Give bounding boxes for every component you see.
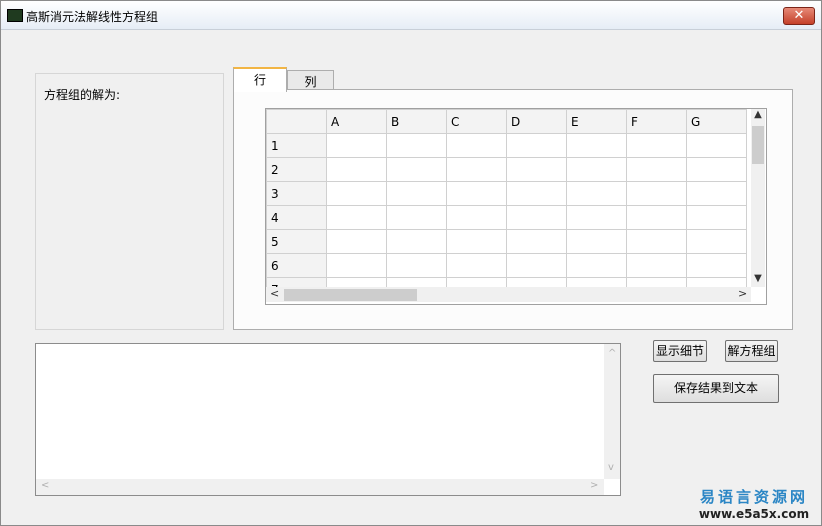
grid-cell[interactable]: [446, 205, 507, 230]
save-result-button[interactable]: 保存结果到文本: [653, 374, 779, 403]
output-horizontal-scrollbar[interactable]: < >: [36, 479, 604, 495]
column-header[interactable]: D: [506, 109, 567, 134]
grid-cell[interactable]: [626, 181, 687, 206]
grid-cell[interactable]: [686, 157, 747, 182]
grid-cell[interactable]: [506, 253, 567, 278]
grid-cell[interactable]: [626, 253, 687, 278]
grid-cell[interactable]: [566, 181, 627, 206]
grid-cell[interactable]: [386, 181, 447, 206]
output-vertical-scrollbar[interactable]: ^ v: [604, 344, 620, 479]
grid-cell[interactable]: [686, 181, 747, 206]
row-header[interactable]: 1: [266, 133, 327, 158]
grid-cell[interactable]: [566, 133, 627, 158]
scroll-right-icon[interactable]: >: [590, 480, 598, 491]
scroll-up-icon[interactable]: ^: [608, 348, 616, 359]
grid-cell[interactable]: [386, 205, 447, 230]
scroll-down-icon[interactable]: v: [608, 462, 614, 473]
grid-cell[interactable]: [506, 205, 567, 230]
column-header[interactable]: F: [626, 109, 687, 134]
grid-cell[interactable]: [566, 253, 627, 278]
grid-header-row: A B C D E F G: [266, 109, 747, 134]
grid-cell[interactable]: [686, 133, 747, 158]
grid-cell[interactable]: [626, 229, 687, 254]
grid-cell[interactable]: [446, 157, 507, 182]
show-detail-button[interactable]: 显示细节: [653, 340, 707, 362]
grid-cell[interactable]: [326, 205, 387, 230]
column-header[interactable]: C: [446, 109, 507, 134]
grid-cell[interactable]: [446, 229, 507, 254]
grid-vertical-scrollbar[interactable]: ▲ ▼: [751, 109, 765, 287]
grid-cell[interactable]: [326, 229, 387, 254]
grid-cell[interactable]: [386, 133, 447, 158]
table-row: 6: [266, 253, 747, 278]
watermark-url: www.e5a5x.com: [698, 507, 810, 521]
grid-cell[interactable]: [626, 205, 687, 230]
title-bar: 高斯消元法解线性方程组 ✕: [1, 1, 821, 30]
grid-cell[interactable]: [326, 133, 387, 158]
grid-cell[interactable]: [566, 229, 627, 254]
close-icon: ✕: [793, 8, 805, 23]
grid-cell[interactable]: [326, 253, 387, 278]
grid-cell[interactable]: [686, 253, 747, 278]
scroll-right-icon[interactable]: >: [738, 287, 747, 300]
matrix-grid[interactable]: A B C D E F G 1 2 3 4 5 6 7: [265, 108, 767, 305]
grid-cell[interactable]: [686, 229, 747, 254]
column-header[interactable]: E: [566, 109, 627, 134]
grid-cell[interactable]: [506, 157, 567, 182]
solve-button[interactable]: 解方程组: [725, 340, 778, 362]
grid-cell[interactable]: [326, 157, 387, 182]
grid-cell[interactable]: [386, 229, 447, 254]
grid-cell[interactable]: [446, 133, 507, 158]
tab-column-label: 列: [304, 75, 317, 89]
row-header[interactable]: 5: [266, 229, 327, 254]
column-header[interactable]: A: [326, 109, 387, 134]
row-header[interactable]: 4: [266, 205, 327, 230]
table-row: 4: [266, 205, 747, 230]
solution-panel: 方程组的解为:: [35, 73, 224, 330]
column-header[interactable]: G: [686, 109, 747, 134]
grid-hscroll-thumb[interactable]: [284, 289, 417, 301]
output-textarea[interactable]: ^ v < >: [35, 343, 621, 496]
table-row: 1: [266, 133, 747, 158]
app-icon: [7, 9, 23, 22]
watermark: 易语言资源网 www.e5a5x.com: [690, 486, 818, 521]
grid-cell[interactable]: [506, 229, 567, 254]
scroll-down-icon[interactable]: ▼: [751, 273, 765, 284]
grid-table: A B C D E F G 1 2 3 4 5 6 7: [266, 109, 747, 302]
table-row: 3: [266, 181, 747, 206]
grid-cell[interactable]: [326, 181, 387, 206]
table-row: 2: [266, 157, 747, 182]
grid-cell[interactable]: [506, 133, 567, 158]
grid-cell[interactable]: [566, 205, 627, 230]
tab-row[interactable]: 行: [233, 67, 287, 92]
grid-cell[interactable]: [446, 253, 507, 278]
scroll-up-icon[interactable]: ▲: [751, 109, 765, 120]
grid-cell[interactable]: [386, 253, 447, 278]
grid-cell[interactable]: [626, 157, 687, 182]
scroll-left-icon[interactable]: <: [270, 287, 279, 300]
table-row: 5: [266, 229, 747, 254]
grid-vscroll-thumb[interactable]: [752, 126, 764, 164]
scroll-left-icon[interactable]: <: [41, 480, 49, 491]
tab-row-label: 行: [253, 73, 266, 87]
grid-cell[interactable]: [386, 157, 447, 182]
grid-corner: [266, 109, 327, 134]
window-title: 高斯消元法解线性方程组: [26, 10, 159, 24]
solution-label: 方程组的解为:: [44, 88, 121, 102]
grid-cell[interactable]: [626, 133, 687, 158]
row-header[interactable]: 3: [266, 181, 327, 206]
grid-cell[interactable]: [446, 181, 507, 206]
grid-cell[interactable]: [566, 157, 627, 182]
close-button[interactable]: ✕: [783, 7, 815, 25]
column-header[interactable]: B: [386, 109, 447, 134]
row-header[interactable]: 2: [266, 157, 327, 182]
grid-cell[interactable]: [686, 205, 747, 230]
grid-cell[interactable]: [506, 181, 567, 206]
watermark-title: 易语言资源网: [699, 488, 808, 506]
grid-horizontal-scrollbar[interactable]: < >: [266, 287, 751, 302]
row-header[interactable]: 6: [266, 253, 327, 278]
